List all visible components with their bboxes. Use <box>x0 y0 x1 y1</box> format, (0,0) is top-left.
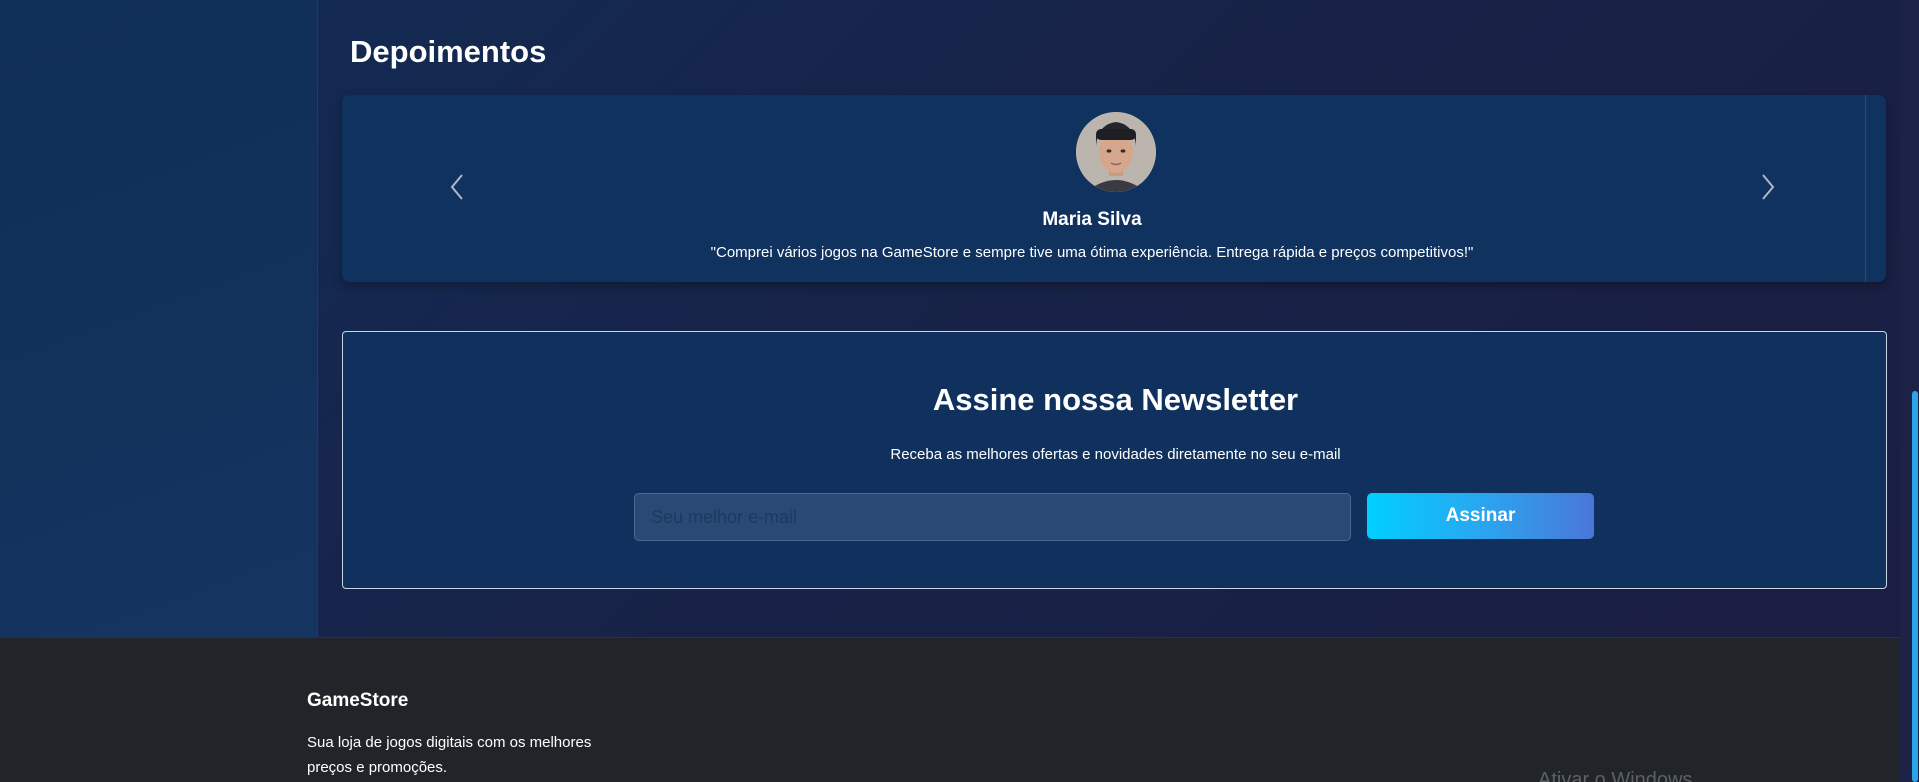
page-scrollbar[interactable] <box>1900 0 1919 782</box>
newsletter-subtitle: Receba as melhores ofertas e novidades d… <box>890 446 1341 463</box>
chevron-left-icon <box>450 174 463 200</box>
carousel-divider <box>1865 95 1866 282</box>
newsletter-title: Assine nossa Newsletter <box>932 382 1299 417</box>
carousel-next-button[interactable] <box>1753 167 1783 207</box>
sidebar <box>0 0 318 637</box>
footer: GameStore Sua loja de jogos digitais com… <box>0 637 1900 782</box>
chevron-right-icon <box>1762 174 1775 200</box>
content-area: Depoimentos Maria Silva "Comprei vários … <box>0 0 1900 637</box>
carousel-prev-button[interactable] <box>442 167 472 207</box>
testimonials-title: Depoimentos <box>350 34 547 69</box>
footer-brand: GameStore <box>307 690 409 711</box>
scrollbar-thumb[interactable] <box>1912 391 1918 782</box>
footer-description: Sua loja de jogos digitais com os melhor… <box>307 734 592 776</box>
email-input[interactable] <box>634 493 1351 541</box>
newsletter-section: Assine nossa Newsletter Receba as melhor… <box>342 331 1887 589</box>
windows-activation-watermark: Ativar o Windows <box>1538 769 1693 782</box>
avatar <box>1076 112 1156 192</box>
testimonial-author: Maria Silva <box>1042 209 1142 230</box>
subscribe-button[interactable]: Assinar <box>1367 493 1594 539</box>
testimonials-carousel: Maria Silva "Comprei vários jogos na Gam… <box>342 95 1886 282</box>
testimonial-quote: "Comprei vários jogos na GameStore e sem… <box>710 244 1474 261</box>
page: Depoimentos Maria Silva "Comprei vários … <box>0 0 1919 782</box>
main-content: Depoimentos Maria Silva "Comprei vários … <box>318 0 1900 637</box>
person-photo <box>1076 112 1156 192</box>
